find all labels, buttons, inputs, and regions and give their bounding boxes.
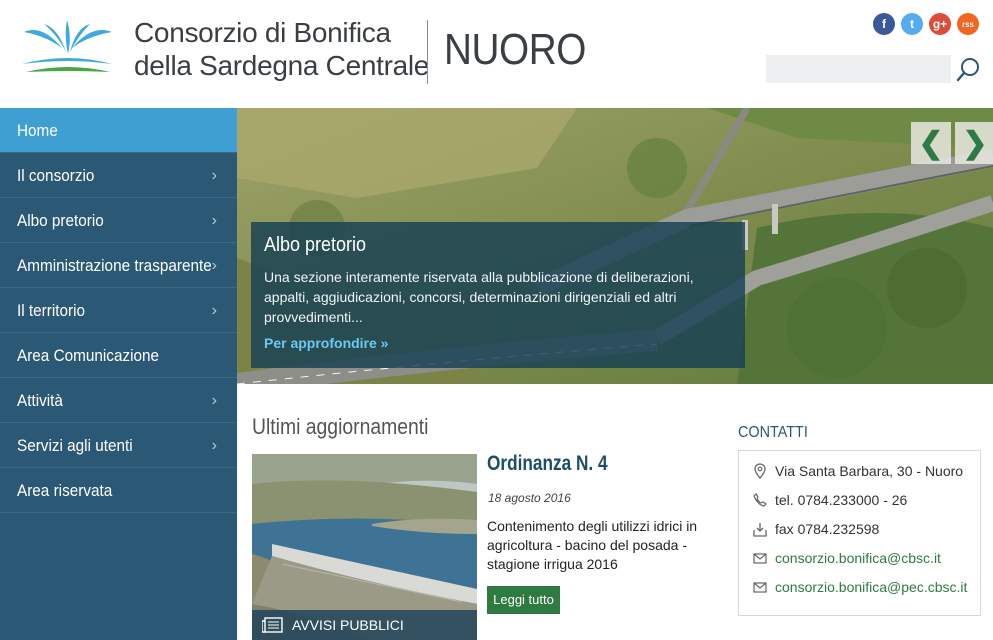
contacts-heading: CONTATTI bbox=[738, 424, 808, 441]
social-links: f t g+ rss bbox=[873, 13, 979, 35]
sidebar-item-il-consorzio[interactable]: Il consorzio › bbox=[0, 153, 237, 198]
sidebar-item-amministrazione-trasparente[interactable]: Amministrazione trasparente › bbox=[0, 243, 237, 288]
city-name: NUORO bbox=[444, 25, 586, 74]
header-divider bbox=[427, 20, 428, 84]
sidebar-item-label: Home bbox=[17, 121, 58, 140]
update-date: 18 agosto 2016 bbox=[488, 491, 571, 505]
sidebar-item-attivit[interactable]: Attività › bbox=[0, 378, 237, 423]
update-category-label: AVVISI PUBBLICI bbox=[292, 617, 404, 633]
sidebar-item-label: Il territorio bbox=[17, 301, 86, 320]
google-plus-icon[interactable]: g+ bbox=[929, 13, 951, 35]
chevron-right-icon: › bbox=[211, 257, 217, 274]
update-thumbnail[interactable]: AVVISI PUBBLICI bbox=[252, 454, 477, 640]
contact-fax-text: fax 0784.232598 bbox=[775, 521, 880, 537]
site-header: Consorzio di Bonifica della Sardegna Cen… bbox=[0, 0, 993, 108]
contact-email-2[interactable]: consorzio.bonifica@pec.cbsc.it bbox=[753, 577, 967, 597]
sidebar-item-label: Albo pretorio bbox=[17, 211, 104, 230]
consortium-logo[interactable] bbox=[18, 18, 116, 80]
hero-prev-button[interactable]: ❮ bbox=[911, 122, 951, 164]
sidebar-item-label: Area Comunicazione bbox=[17, 346, 160, 365]
sidebar-item-servizi-agli-utenti[interactable]: Servizi agli utenti › bbox=[0, 423, 237, 468]
hero-caption: Albo pretorio Una sezione interamente ri… bbox=[251, 222, 745, 368]
read-more-button[interactable]: Leggi tutto bbox=[487, 586, 560, 614]
contact-tel: tel. 0784.233000 - 26 bbox=[753, 490, 907, 510]
sidebar-nav: Home Il consorzio › Albo pretorio › Amministr… bbox=[0, 108, 237, 640]
organization-name[interactable]: Consorzio di Bonifica della Sardegna Cen… bbox=[134, 16, 429, 82]
search-icon[interactable] bbox=[955, 55, 981, 83]
twitter-icon[interactable]: t bbox=[901, 13, 923, 35]
contact-address: Via Santa Barbara, 30 - Nuoro bbox=[753, 461, 963, 481]
update-title[interactable]: Ordinanza N. 4 bbox=[487, 452, 608, 476]
facebook-icon[interactable]: f bbox=[873, 13, 895, 35]
chevron-right-icon: ❯ bbox=[962, 126, 988, 160]
sidebar-item-area-comunicazione[interactable]: Area Comunicazione bbox=[0, 333, 237, 378]
sidebar-item-albo-pretorio[interactable]: Albo pretorio › bbox=[0, 198, 237, 243]
phone-icon bbox=[753, 493, 767, 507]
chevron-right-icon: › bbox=[211, 167, 217, 184]
newspaper-icon bbox=[262, 617, 283, 633]
chevron-right-icon: › bbox=[211, 392, 217, 409]
sidebar-item-area-riservata[interactable]: Area riservata bbox=[0, 468, 237, 513]
sidebar-item-label: Servizi agli utenti bbox=[17, 436, 133, 455]
chevron-right-icon: › bbox=[211, 437, 217, 454]
contact-email-1[interactable]: consorzio.bonifica@cbsc.it bbox=[753, 548, 941, 568]
hero-title[interactable]: Albo pretorio bbox=[264, 232, 366, 258]
contact-tel-text[interactable]: tel. 0784.233000 - 26 bbox=[775, 492, 907, 508]
sidebar-item-label: Area riservata bbox=[17, 481, 113, 500]
contacts-box: Via Santa Barbara, 30 - Nuoro tel. 0784.… bbox=[738, 450, 981, 616]
contact-fax: fax 0784.232598 bbox=[753, 519, 879, 539]
map-pin-icon bbox=[754, 463, 766, 479]
chevron-right-icon: › bbox=[211, 302, 217, 319]
org-name-line2: della Sardegna Centrale bbox=[134, 50, 430, 81]
updates-heading: Ultimi aggiornamenti bbox=[252, 414, 429, 439]
update-category-band[interactable]: AVVISI PUBBLICI bbox=[252, 610, 477, 640]
sidebar-item-label: Il consorzio bbox=[17, 166, 95, 185]
sidebar-item-home[interactable]: Home bbox=[0, 108, 237, 153]
hero-text: Una sezione interamente riservata alla p… bbox=[264, 269, 694, 325]
envelope-icon bbox=[753, 552, 767, 564]
org-name-line1: Consorzio di Bonifica bbox=[134, 17, 391, 48]
sidebar-item-label: Amministrazione trasparente bbox=[17, 256, 212, 275]
hero-more-link[interactable]: Per approfondire » bbox=[264, 335, 388, 351]
sidebar-item-il-territorio[interactable]: Il territorio › bbox=[0, 288, 237, 333]
rss-icon[interactable]: rss bbox=[957, 13, 979, 35]
chevron-right-icon: › bbox=[211, 212, 217, 229]
chevron-left-icon: ❮ bbox=[918, 126, 944, 160]
fax-icon bbox=[753, 522, 767, 537]
envelope-icon bbox=[753, 581, 767, 593]
contact-email-1-text[interactable]: consorzio.bonifica@cbsc.it bbox=[775, 550, 941, 566]
search-input[interactable] bbox=[766, 55, 951, 83]
hero-slider: ❮ ❯ Albo pretorio Una sezione interament… bbox=[237, 108, 993, 384]
sidebar-item-label: Attività bbox=[17, 391, 63, 410]
contact-address-text: Via Santa Barbara, 30 - Nuoro bbox=[775, 463, 964, 479]
contact-email-2-text[interactable]: consorzio.bonifica@pec.cbsc.it bbox=[775, 579, 967, 595]
hero-next-button[interactable]: ❯ bbox=[955, 122, 993, 164]
update-description: Contenimento degli utilizzi idrici in ag… bbox=[487, 518, 698, 572]
